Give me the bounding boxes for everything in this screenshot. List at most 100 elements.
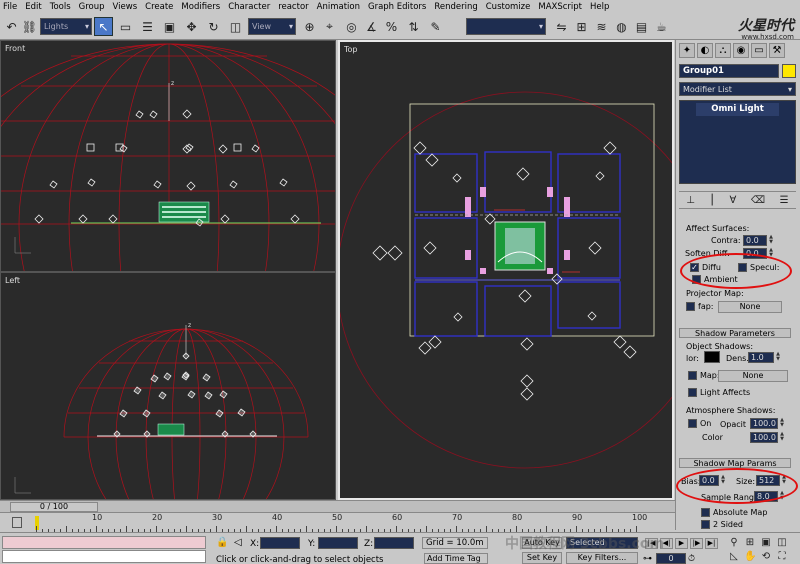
- modifier-list-dropdown[interactable]: Modifier List: [679, 82, 796, 96]
- contrast-spinner[interactable]: ▲ ▼: [768, 235, 774, 246]
- add-time-tag-button[interactable]: Add Time Tag: [424, 553, 488, 564]
- zoom-icon[interactable]: ⚲: [728, 537, 740, 549]
- track-bar-toggle-icon[interactable]: [12, 517, 22, 528]
- select-by-name-icon[interactable]: ☰: [138, 17, 157, 36]
- contrast-field[interactable]: 0.0: [743, 235, 767, 246]
- percent-snap-icon[interactable]: %: [382, 17, 401, 36]
- object-color-swatch[interactable]: [782, 64, 796, 78]
- menu-item-views[interactable]: Views: [113, 2, 138, 12]
- curve-editor-icon[interactable]: ≋: [592, 17, 611, 36]
- menu-item-reactor[interactable]: reactor: [278, 2, 308, 12]
- menu-item-edit[interactable]: Edit: [25, 2, 41, 12]
- play-icon[interactable]: ▶: [675, 538, 688, 549]
- menu-item-modifiers[interactable]: Modifiers: [181, 2, 220, 12]
- create-tab-icon[interactable]: ✦: [679, 43, 695, 58]
- pivot-icon[interactable]: ⊕: [300, 17, 319, 36]
- zoom-all-icon[interactable]: ⊞: [744, 537, 756, 549]
- next-frame-icon[interactable]: |▶: [690, 538, 703, 549]
- select-arrow-icon[interactable]: ↖: [94, 17, 113, 36]
- stack-item-omni-light[interactable]: Omni Light: [696, 103, 779, 116]
- remove-modifier-icon[interactable]: ⌫: [751, 195, 765, 206]
- select-region-icon[interactable]: ▭: [116, 17, 135, 36]
- menu-item-animation[interactable]: Animation: [317, 2, 360, 12]
- mirror-icon[interactable]: ⇋: [552, 17, 571, 36]
- angle-snap-icon[interactable]: ∡: [362, 17, 381, 36]
- density-field[interactable]: 1.0: [748, 352, 774, 363]
- modifier-stack[interactable]: Omni Light: [679, 100, 796, 184]
- atmos-color-field[interactable]: 100.0: [750, 432, 778, 443]
- viewport-left[interactable]: Left z: [0, 272, 336, 500]
- pin-stack-icon[interactable]: ⊥: [686, 195, 695, 206]
- lock-selection-icon[interactable]: 🔒: [216, 537, 228, 548]
- shadow-map-checkbox[interactable]: [688, 371, 697, 380]
- menu-item-graph-editors[interactable]: Graph Editors: [368, 2, 426, 12]
- named-selection-icon[interactable]: ✎: [426, 17, 445, 36]
- utilities-tab-icon[interactable]: ⚒: [769, 43, 785, 58]
- key-filters-button[interactable]: Key Filters...: [566, 552, 638, 564]
- object-name-field[interactable]: Group01: [679, 64, 779, 78]
- menu-item-group[interactable]: Group: [79, 2, 105, 12]
- menu-item-rendering[interactable]: Rendering: [434, 2, 477, 12]
- x-field[interactable]: [260, 537, 300, 549]
- current-frame-field[interactable]: 0: [656, 553, 686, 564]
- projector-map-button[interactable]: None: [718, 301, 782, 313]
- shadow-color-swatch[interactable]: [704, 351, 720, 363]
- link-icon[interactable]: ⛓: [20, 17, 39, 36]
- y-field[interactable]: [318, 537, 358, 549]
- maxscript-listener-mini[interactable]: [2, 536, 206, 549]
- rotate-icon[interactable]: ↻: [204, 17, 223, 36]
- manipulate-icon[interactable]: ⌖: [320, 17, 339, 36]
- menu-item-character[interactable]: Character: [228, 2, 270, 12]
- projector-map-checkbox[interactable]: [686, 302, 695, 311]
- zoom-extents-all-icon[interactable]: ◫: [776, 537, 788, 549]
- z-field[interactable]: [374, 537, 414, 549]
- motion-tab-icon[interactable]: ◉: [733, 43, 749, 58]
- render-setup-icon[interactable]: ▤: [632, 17, 651, 36]
- atmos-opacity-spinner[interactable]: ▲ ▼: [779, 418, 785, 429]
- menu-item-customize[interactable]: Customize: [486, 2, 531, 12]
- density-spinner[interactable]: ▲ ▼: [775, 352, 781, 363]
- key-mode-toggle-icon[interactable]: ⊶: [643, 554, 652, 564]
- quick-render-icon[interactable]: ☕: [652, 17, 671, 36]
- show-end-result-icon[interactable]: ⎮: [710, 195, 715, 206]
- time-config-icon[interactable]: ⏱: [688, 554, 695, 564]
- move-icon[interactable]: ✥: [182, 17, 201, 36]
- atmos-color-spinner[interactable]: ▲ ▼: [779, 432, 785, 443]
- undo-icon[interactable]: ↶: [2, 17, 21, 36]
- configure-sets-icon[interactable]: ☰: [780, 195, 789, 206]
- selection-filter-dropdown[interactable]: Lights: [40, 18, 92, 35]
- track-bar[interactable]: 10 20 30 40 50 60 70 80 90 100: [0, 512, 675, 532]
- shadow-map-params-rollout[interactable]: Shadow Map Params: [679, 458, 791, 468]
- absolute-map-checkbox[interactable]: [701, 508, 710, 517]
- shadow-parameters-rollout[interactable]: Shadow Parameters: [679, 328, 791, 338]
- absolute-mode-icon[interactable]: ◁: [234, 537, 242, 548]
- zoom-extents-icon[interactable]: ▣: [760, 537, 772, 549]
- shadow-map-button[interactable]: None: [718, 370, 788, 382]
- two-sided-checkbox[interactable]: [701, 520, 710, 529]
- reference-coord-dropdown[interactable]: View: [248, 18, 296, 35]
- menu-item-file[interactable]: File: [3, 2, 17, 12]
- material-editor-icon[interactable]: ◍: [612, 17, 631, 36]
- align-icon[interactable]: ⊞: [572, 17, 591, 36]
- pan-icon[interactable]: ✋: [744, 551, 756, 563]
- snap-icon[interactable]: ◎: [342, 17, 361, 36]
- scale-icon[interactable]: ◫: [226, 17, 245, 36]
- menu-item-help[interactable]: Help: [590, 2, 609, 12]
- maxscript-listener-output[interactable]: [2, 550, 206, 563]
- go-to-end-icon[interactable]: ▶|: [705, 538, 718, 549]
- arc-rotate-icon[interactable]: ⟲: [760, 551, 772, 563]
- viewport-top[interactable]: Top: [338, 40, 674, 500]
- set-key-button[interactable]: Set Key: [522, 552, 562, 564]
- menu-item-tools[interactable]: Tools: [50, 2, 71, 12]
- time-slider[interactable]: 0 / 100: [10, 502, 98, 512]
- spinner-snap-icon[interactable]: ⇅: [404, 17, 423, 36]
- named-selection-sets-dropdown[interactable]: [466, 18, 546, 35]
- menu-item-maxscript[interactable]: MAXScript: [538, 2, 582, 12]
- atmos-on-checkbox[interactable]: [688, 419, 697, 428]
- viewport-front[interactable]: Front z: [0, 40, 336, 272]
- hierarchy-tab-icon[interactable]: ⛬: [715, 43, 731, 58]
- maximize-viewport-icon[interactable]: ⛶: [776, 551, 788, 563]
- modify-tab-icon[interactable]: ◐: [697, 43, 713, 58]
- make-unique-icon[interactable]: ∀: [729, 195, 736, 206]
- display-tab-icon[interactable]: ▭: [751, 43, 767, 58]
